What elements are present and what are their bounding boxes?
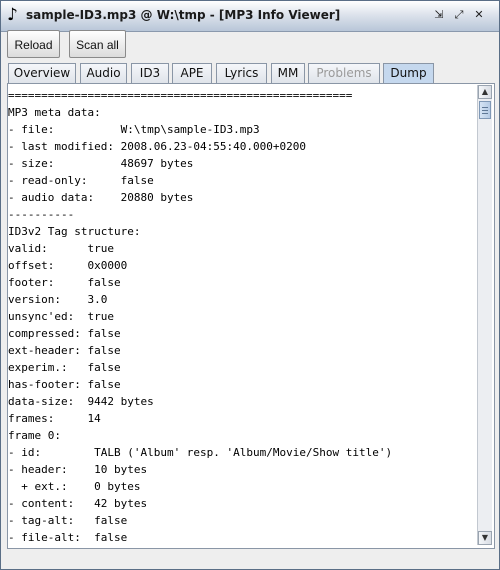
close-icon[interactable]: ✕ (472, 8, 486, 22)
dump-line: frame 0: (8, 429, 61, 442)
dump-line: - file: W:\tmp\sample-ID3.mp3 (8, 123, 260, 136)
tab-audio[interactable]: Audio (80, 63, 127, 83)
dump-line: footer: false (8, 276, 121, 289)
dump-line: - id: TALB ('Album' resp. 'Album/Movie/S… (8, 446, 393, 459)
scan-all-button[interactable]: Scan all (69, 30, 126, 58)
scroll-up-arrow-icon[interactable]: ▲ (478, 85, 492, 99)
minimize-icon[interactable]: ⇲ (432, 8, 446, 22)
dump-line: compressed: false (8, 327, 121, 340)
reload-button[interactable]: Reload (7, 30, 60, 58)
tab-problems[interactable]: Problems (308, 63, 380, 83)
dump-line: ---------- (8, 208, 75, 221)
dump-line: experim.: false (8, 361, 121, 374)
dump-line: ID3v2 Tag structure: (8, 225, 141, 238)
dump-line: + ext.: 0 bytes (8, 480, 141, 493)
scroll-down-arrow-icon[interactable]: ▼ (478, 531, 492, 545)
tab-mm[interactable]: MM (271, 63, 305, 83)
app-window: ♪ sample-ID3.mp3 @ W:\tmp - [MP3 Info Vi… (0, 0, 500, 570)
dump-line: offset: 0x0000 (8, 259, 128, 272)
music-note-icon: ♪ (7, 5, 18, 25)
tab-id3[interactable]: ID3 (131, 63, 169, 83)
dump-line: - read-only: false (8, 174, 154, 187)
vertical-scrollbar[interactable]: ▲ ▼ (477, 85, 492, 545)
dump-line: valid: true (8, 242, 114, 255)
dump-line: frames: 14 (8, 412, 101, 425)
title-bar[interactable]: ♪ sample-ID3.mp3 @ W:\tmp - [MP3 Info Vi… (1, 1, 499, 32)
scrollbar-thumb[interactable] (479, 101, 491, 119)
tab-ape[interactable]: APE (172, 63, 212, 83)
tab-overview[interactable]: Overview (8, 63, 76, 83)
dump-line: ========================================… (8, 89, 353, 102)
dump-line: data-size: 9442 bytes (8, 395, 154, 408)
dump-line: version: 3.0 (8, 293, 108, 306)
window-title: sample-ID3.mp3 @ W:\tmp - [MP3 Info View… (26, 8, 341, 22)
dump-line: MP3 meta data: (8, 106, 101, 119)
dump-line: - tag-alt: false (8, 514, 128, 527)
dump-line: - size: 48697 bytes (8, 157, 194, 170)
dump-line: - file-alt: false (8, 531, 128, 544)
dump-line: - last modified: 2008.06.23-04:55:40.000… (8, 140, 307, 153)
dump-line: unsync'ed: true (8, 310, 114, 323)
dump-line: ext-header: false (8, 344, 121, 357)
dump-line: - audio data: 20880 bytes (8, 191, 194, 204)
dump-line: - header: 10 bytes (8, 463, 148, 476)
maximize-icon[interactable]: ⤢ (452, 8, 466, 22)
tab-lyrics[interactable]: Lyrics (216, 63, 267, 83)
dump-line: has-footer: false (8, 378, 121, 391)
dump-text-area[interactable]: ========================================… (8, 87, 476, 545)
dump-line: - content: 42 bytes (8, 497, 148, 510)
tab-dump[interactable]: Dump (383, 63, 434, 84)
